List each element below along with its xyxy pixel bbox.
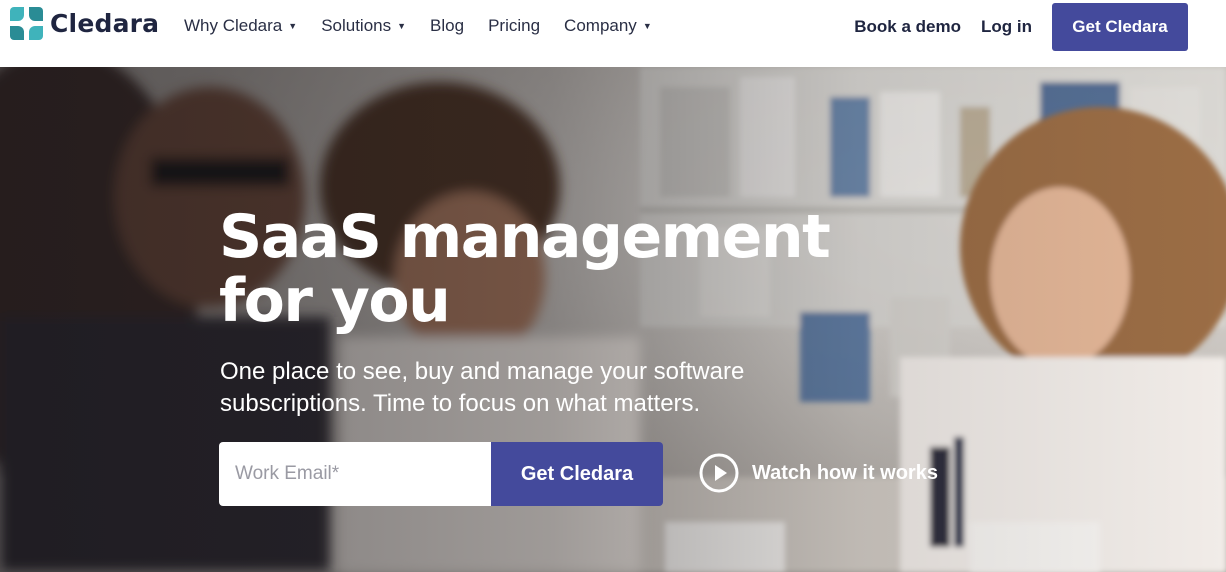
nav-pricing-label: Pricing	[488, 16, 541, 35]
nav-blog[interactable]: Blog	[430, 16, 464, 36]
hero-subheadline-line-1: One place to see, buy and manage your so…	[220, 358, 745, 385]
nav-why-cledara-label: Why Cledara	[184, 16, 283, 35]
nav-company-label: Company	[564, 16, 637, 35]
nav-why-cledara[interactable]: Why Cledara ▼	[184, 16, 297, 36]
caret-down-icon: ▼	[288, 21, 298, 31]
primary-nav: Why Cledara ▼ Solutions ▼ Blog Pricing C…	[184, 16, 676, 36]
get-cledara-form-button[interactable]: Get Cledara	[491, 442, 663, 506]
caret-down-icon: ▼	[397, 21, 407, 31]
nav-solutions[interactable]: Solutions ▼	[321, 16, 406, 36]
hero-subheadline: One place to see, buy and manage your so…	[220, 356, 860, 420]
hero-headline: SaaS management for you	[219, 205, 839, 333]
nav-company[interactable]: Company ▼	[564, 16, 652, 36]
nav-blog-label: Blog	[430, 16, 465, 35]
logo-link[interactable]: Cledara	[10, 7, 159, 40]
play-circle-icon	[699, 453, 739, 493]
book-demo-link[interactable]: Book a demo	[854, 17, 961, 37]
hero-subheadline-line-2: subscriptions. Time to focus on what mat…	[220, 390, 701, 417]
watch-video-link[interactable]: Watch how it works	[699, 453, 938, 493]
caret-down-icon: ▼	[642, 21, 652, 31]
top-nav: Cledara Why Cledara ▼ Solutions ▼ Blog P…	[0, 0, 1226, 67]
hero-section: SaaS management for you One place to see…	[0, 67, 1226, 572]
nav-solutions-label: Solutions	[321, 16, 392, 35]
logo-wordmark: Cledara	[50, 9, 160, 38]
cledara-logo-icon	[10, 7, 43, 40]
nav-pricing[interactable]: Pricing	[488, 16, 540, 36]
get-cledara-nav-button[interactable]: Get Cledara	[1052, 3, 1188, 51]
login-link[interactable]: Log in	[981, 17, 1032, 37]
hero-headline-line-1: SaaS management	[219, 202, 831, 272]
hero-headline-line-2: for you	[219, 266, 451, 336]
work-email-input[interactable]	[219, 442, 491, 506]
watch-video-label: Watch how it works	[752, 461, 938, 484]
nav-actions: Book a demo Log in Get Cledara	[854, 3, 1188, 51]
